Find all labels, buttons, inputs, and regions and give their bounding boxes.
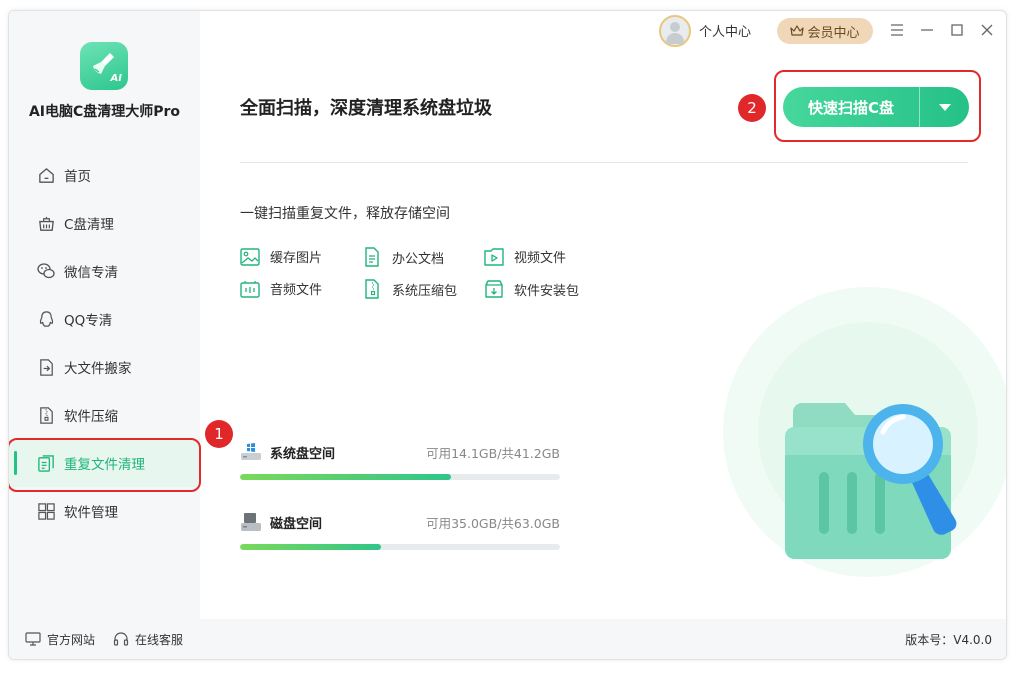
crown-icon: [790, 25, 805, 36]
sidebar-item-wechat[interactable]: 微信专清: [9, 247, 200, 295]
sidebar-item-label: 大文件搬家: [64, 361, 132, 377]
home-icon: [36, 165, 56, 185]
page-title: 全面扫描，深度清理系统盘垃圾: [240, 98, 492, 119]
qq-icon: [36, 309, 56, 329]
apps-icon: [36, 501, 56, 521]
scan-options-dropdown[interactable]: [920, 87, 969, 127]
close-icon: [981, 24, 993, 36]
disk-capacity: 可用14.1GB/共41.2GB: [426, 445, 560, 461]
step-badge-1: 1: [205, 420, 233, 448]
menu-button[interactable]: [888, 21, 906, 39]
online-support-label: 在线客服: [135, 632, 184, 647]
sidebar-item-compress[interactable]: 软件压缩: [9, 391, 200, 439]
vip-center-label: 会员中心: [807, 25, 860, 41]
install-icon: [485, 280, 503, 298]
app-window: AI AI电脑C盘清理大师Pro 首页 C盘清理 微信专清 QQ专清 大文件搬家…: [8, 10, 1007, 660]
move-file-icon: [36, 357, 56, 377]
sidebar-item-label: QQ专清: [64, 313, 113, 329]
sidebar-item-label: 首页: [64, 169, 91, 185]
disk-name: 磁盘空间: [270, 516, 323, 532]
footer: 官方网站 在线客服 版本号：V4.0.0: [9, 619, 1006, 659]
highlight-box-duplicate: [9, 438, 201, 492]
audio-icon: [240, 280, 260, 298]
version-label: 版本号：V4.0.0: [905, 632, 992, 647]
step-badge-2: 2: [738, 94, 766, 122]
close-button[interactable]: [978, 21, 996, 39]
system-disk-usage: 系统盘空间 可用14.1GB/共41.2GB: [240, 442, 560, 480]
hamburger-icon: [891, 24, 903, 36]
compress-icon: [36, 405, 56, 425]
section-subtitle: 一键扫描重复文件，释放存储空间: [240, 206, 450, 222]
official-website-label: 官方网站: [47, 632, 96, 647]
windows-drive-icon: [241, 443, 261, 460]
category-label: 缓存图片: [270, 251, 323, 266]
sidebar-item-label: 微信专清: [64, 265, 118, 281]
disk-drive-icon: [241, 513, 261, 531]
disk-usage-bar: [240, 474, 560, 480]
divider: [240, 162, 968, 163]
sidebar-item-apps[interactable]: 软件管理: [9, 487, 200, 535]
category-video: 视频文件: [484, 247, 566, 266]
user-center-link[interactable]: 个人中心: [699, 21, 751, 40]
category-audio: 音频文件: [240, 279, 322, 298]
monitor-icon: [25, 632, 41, 646]
disk-usage-bar: [240, 544, 560, 550]
data-disk-usage: 磁盘空间 可用35.0GB/共63.0GB: [240, 512, 560, 550]
caret-down-icon: [938, 103, 951, 111]
quick-scan-button-group: 快速扫描C盘: [783, 87, 969, 127]
sidebar-item-c-clean[interactable]: C盘清理: [9, 199, 200, 247]
zip-icon: [365, 279, 379, 299]
category-office-docs: 办公文档: [362, 247, 444, 267]
maximize-icon: [951, 24, 963, 36]
folder-search-illustration: [723, 287, 1006, 577]
category-label: 软件安装包: [514, 283, 580, 299]
category-system-zip: 系统压缩包: [362, 279, 457, 299]
logo-badge: AI: [110, 73, 122, 84]
document-icon: [365, 247, 379, 267]
minimize-button[interactable]: [918, 21, 936, 39]
category-label: 系统压缩包: [392, 283, 458, 299]
category-cache-images: 缓存图片: [240, 247, 322, 266]
category-label: 音频文件: [270, 283, 323, 298]
sidebar-item-label: C盘清理: [64, 217, 114, 233]
vip-center-button[interactable]: 会员中心: [777, 18, 873, 44]
sidebar-item-label: 软件管理: [64, 505, 118, 521]
sidebar-item-label: 软件压缩: [64, 409, 118, 425]
app-title: AI电脑C盘清理大师Pro: [28, 104, 181, 120]
official-website-link[interactable]: 官方网站: [25, 619, 95, 659]
image-icon: [240, 247, 260, 266]
avatar[interactable]: [659, 15, 691, 47]
minimize-icon: [921, 29, 933, 31]
maximize-button[interactable]: [948, 21, 966, 39]
category-label: 视频文件: [514, 251, 567, 266]
disk-usage-fill: [240, 474, 452, 480]
video-icon: [484, 247, 504, 266]
disk-name: 系统盘空间: [270, 446, 336, 462]
online-support-link[interactable]: 在线客服: [113, 619, 183, 659]
sidebar: AI AI电脑C盘清理大师Pro 首页 C盘清理 微信专清 QQ专清 大文件搬家…: [9, 11, 200, 621]
category-install-pkg: 软件安装包: [484, 279, 579, 299]
wechat-icon: [36, 261, 56, 281]
broom-icon: [36, 213, 56, 233]
disk-usage-fill: [240, 544, 381, 550]
disk-capacity: 可用35.0GB/共63.0GB: [426, 515, 560, 531]
sidebar-item-home[interactable]: 首页: [9, 151, 200, 199]
quick-scan-button[interactable]: 快速扫描C盘: [783, 87, 919, 127]
sidebar-item-big-file[interactable]: 大文件搬家: [9, 343, 200, 391]
sidebar-item-qq[interactable]: QQ专清: [9, 295, 200, 343]
headset-icon: [113, 632, 129, 646]
app-logo: AI: [80, 42, 128, 90]
category-label: 办公文档: [392, 251, 445, 267]
